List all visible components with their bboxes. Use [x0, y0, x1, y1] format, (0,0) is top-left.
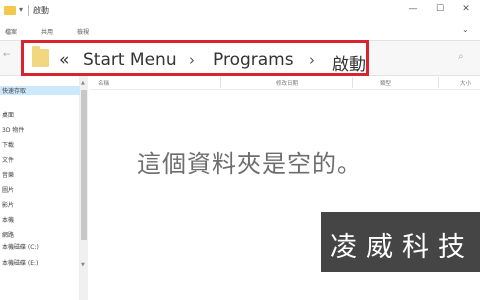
tab-view[interactable]: 檢視 [77, 27, 89, 36]
breadcrumb-start-menu[interactable]: Start Menu [83, 50, 177, 70]
column-name[interactable]: 名稱 [98, 79, 109, 87]
back-arrow-icon[interactable]: ← [3, 50, 11, 60]
column-divider[interactable] [220, 77, 221, 88]
title-bar: ▾ 啟動 — ☐ ✕ [0, 0, 480, 22]
sidebar-item-videos[interactable]: 影片 [2, 200, 14, 209]
quick-access-toolbar-dropdown[interactable]: ▾ [19, 5, 23, 14]
empty-folder-message: 這個資料夾是空的。 [137, 150, 362, 178]
sidebar-item-downloads[interactable]: 下載 [2, 140, 14, 149]
address-bar[interactable]: « Start Menu › Programs › 啟動 [21, 40, 369, 76]
folder-icon [32, 46, 49, 67]
sidebar-item-drive-c[interactable]: 本機磁碟 (C:) [2, 242, 39, 251]
sidebar-item-music[interactable]: 音樂 [2, 170, 14, 179]
breadcrumb-startup[interactable]: 啟動 [332, 50, 366, 75]
watermark-text: 凌威科技 [330, 232, 474, 263]
column-divider[interactable] [352, 77, 353, 88]
minimize-button[interactable]: — [405, 4, 421, 16]
chevron-right-icon[interactable]: › [189, 51, 195, 69]
folder-icon [4, 6, 16, 15]
column-type[interactable]: 類型 [380, 79, 391, 87]
sidebar-item-pictures[interactable]: 圖片 [2, 185, 14, 194]
breadcrumb-overflow[interactable]: « [59, 50, 69, 70]
ribbon-tabs: 檔案 共用 檢視 ⌄ [0, 24, 480, 38]
maximize-button[interactable]: ☐ [432, 4, 448, 16]
watermark-logo: 凌威科技 [321, 212, 480, 272]
sidebar-item-quick-access[interactable]: 快速存取 [0, 86, 80, 95]
sidebar-item-documents[interactable]: 文件 [2, 155, 14, 164]
sidebar-item-network[interactable]: 網路 [2, 230, 14, 239]
column-divider[interactable] [438, 77, 439, 88]
sidebar-item-drive-e[interactable]: 本機磁碟 (E:) [2, 258, 38, 267]
tab-file[interactable]: 檔案 [5, 27, 17, 36]
scrollbar-thumb[interactable] [81, 90, 87, 240]
column-size[interactable]: 大小 [460, 79, 471, 87]
column-header: 名稱 修改日期 類型 大小 [90, 76, 480, 90]
scroll-up-arrow-icon[interactable]: ▲ [81, 80, 85, 86]
search-icon[interactable]: ⌕ [458, 51, 464, 62]
column-modified[interactable]: 修改日期 [276, 79, 298, 87]
sidebar-item-desktop[interactable]: 桌面 [2, 110, 14, 119]
window-title: 啟動 [33, 6, 49, 15]
scroll-down-arrow-icon[interactable]: ▼ [81, 262, 85, 268]
title-divider [28, 5, 29, 16]
close-button[interactable]: ✕ [458, 4, 474, 16]
breadcrumb-programs[interactable]: Programs [213, 50, 294, 70]
chevron-right-icon[interactable]: › [309, 51, 315, 69]
navigation-pane: 快速存取 桌面 3D 物件 下載 文件 音樂 圖片 影片 本機 網路 本機磁碟 … [0, 76, 80, 300]
sidebar-item-this-pc[interactable]: 本機 [2, 215, 14, 224]
ribbon-expand-icon[interactable]: ⌄ [462, 25, 469, 34]
sidebar-item-3d-objects[interactable]: 3D 物件 [2, 125, 24, 134]
tab-share[interactable]: 共用 [41, 27, 53, 36]
